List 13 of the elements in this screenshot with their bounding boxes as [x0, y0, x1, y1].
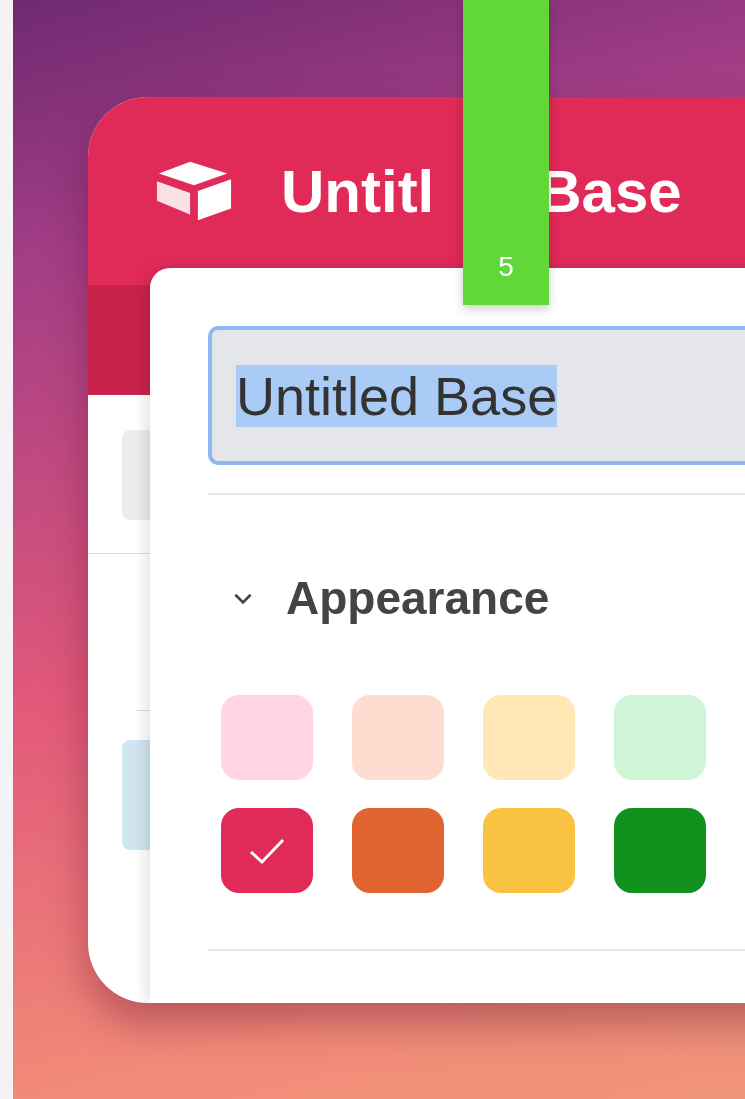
window-title: Untitl	[281, 156, 435, 226]
name-field[interactable]: Untitled Base	[208, 326, 745, 465]
color-swatch[interactable]	[221, 695, 313, 780]
color-swatch[interactable]	[614, 695, 706, 780]
appearance-toggle[interactable]: Appearance	[208, 571, 745, 625]
color-swatch[interactable]	[483, 808, 575, 893]
color-swatch[interactable]	[221, 808, 313, 893]
color-swatch[interactable]	[352, 695, 444, 780]
color-swatch[interactable]	[483, 695, 575, 780]
step-marker: 5	[463, 0, 549, 305]
color-swatch[interactable]	[352, 808, 444, 893]
box-logo-icon	[155, 159, 233, 223]
color-swatch[interactable]	[614, 808, 706, 893]
